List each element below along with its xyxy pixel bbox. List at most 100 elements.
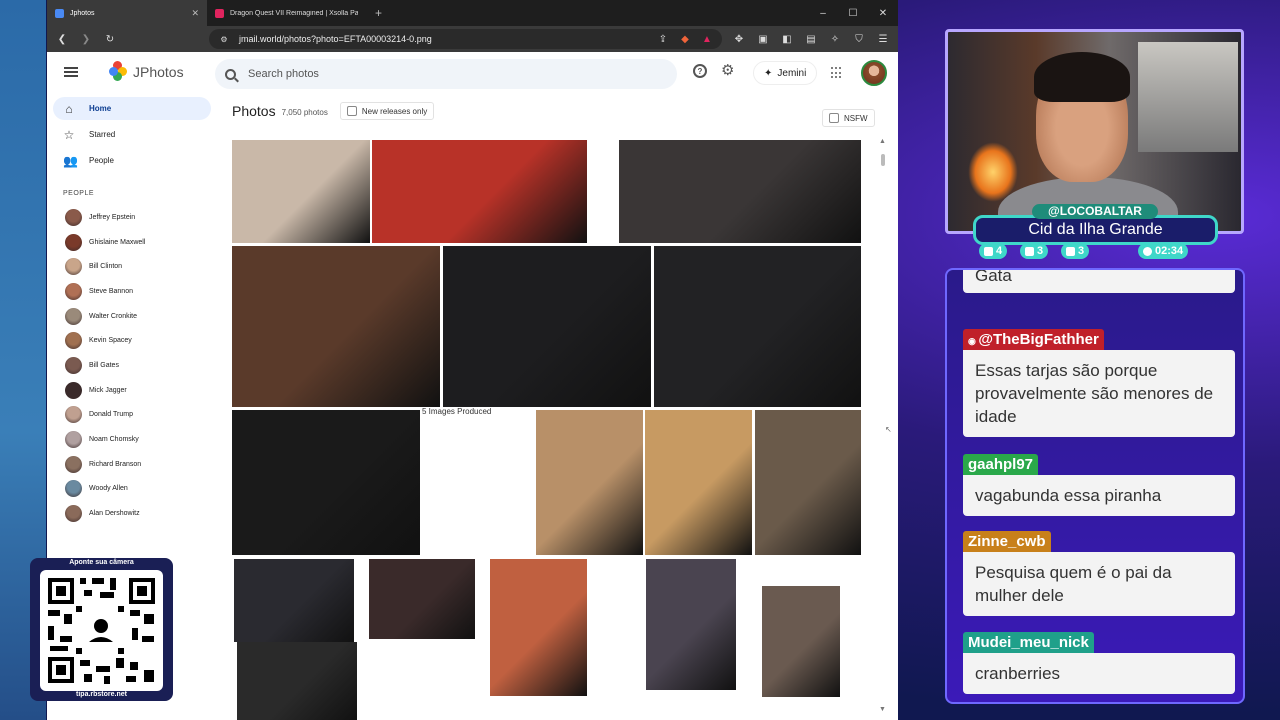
jemini-button[interactable]: ✦ Jemini [753,61,818,85]
scroll-up-icon[interactable]: ▲ [879,138,886,145]
photo-tile[interactable] [369,559,475,639]
stat-value: 3 [1037,245,1044,257]
new-releases-checkbox[interactable]: New releases only [339,102,435,120]
person-avatar [65,431,82,449]
stat-value: 3 [1078,245,1085,257]
stat-chat: 4 [979,243,1008,259]
browser-tab-dragon-quest[interactable]: Dragon Quest VII Reimagined | Xsolla Par… [207,0,367,26]
photo-tile[interactable] [232,410,420,555]
scrollbar-thumb[interactable] [881,154,885,166]
back-icon[interactable]: ❮ [55,32,69,46]
photo-tile[interactable] [232,140,370,243]
person-item[interactable]: Alan Dershowitz [47,501,217,526]
person-item[interactable]: Bill Gates [47,353,217,378]
account-avatar[interactable] [861,60,887,86]
person-item[interactable]: Woody Allen [47,477,217,502]
person-item[interactable]: Jeffrey Epstein [47,205,217,230]
nsfw-checkbox[interactable]: NSFW [822,109,875,127]
wallet-icon[interactable]: ▤ [804,32,818,46]
people-icon: 👥 [63,153,78,168]
user-badge-icon: ◉ [968,336,979,346]
person-item[interactable]: Steve Bannon [47,279,217,304]
person-item[interactable]: Ghislaine Maxwell [47,230,217,255]
chat-message: Gata [963,270,1235,293]
photo-tile[interactable] [490,559,587,696]
new-tab-button[interactable]: + [367,0,390,26]
person-item[interactable]: Richard Branson [47,452,217,477]
tab-title: Dragon Quest VII Reimagined | Xsolla Par… [230,9,358,17]
checkbox-box[interactable] [346,106,357,116]
person-item[interactable]: Kevin Spacey [47,328,217,353]
leo-icon[interactable]: ✧ [828,32,842,46]
sidebar-toggle-icon[interactable]: ◧ [780,32,794,46]
url-bar[interactable]: ⚙ jmail.world/photos?photo=EFTA00003214-… [209,29,722,49]
apps-grid-icon[interactable] [831,67,843,79]
chat-username: gaahpl97 [963,454,1039,475]
photo-tile[interactable] [372,140,587,243]
chat-username: Zinne_cwb [963,531,1051,552]
stat-value: 4 [996,245,1003,257]
extensions-icon[interactable]: ✥ [732,32,746,46]
person-name: Bill Clinton [89,263,123,271]
jphotos-favicon-icon [55,8,64,18]
site-info-icon[interactable]: ⚙ [217,32,231,46]
sidebar-item-home[interactable]: ⌂ Home [53,97,211,120]
brave-shield-icon[interactable]: ◆ [678,32,692,46]
sidebar-item-starred[interactable]: ☆ Starred [53,123,211,146]
checkbox-label: NSFW [844,113,868,123]
browser-tab-jphotos[interactable]: Jphotos ✕ [47,0,207,26]
maximize-icon[interactable]: ☐ [838,0,868,26]
share-icon[interactable]: ⇪ [656,32,670,46]
stat-youtube: 3 [1020,243,1049,259]
photo-tile[interactable] [232,246,440,407]
search-bar[interactable]: Search photos [215,59,677,89]
photo-count: 7,050 photos [281,108,328,117]
photo-tile[interactable] [646,559,736,690]
search-input[interactable]: Search photos [248,68,319,80]
photo-tile[interactable]: 5 Images Produced [420,407,535,555]
checkbox-box[interactable] [829,113,839,123]
photo-tile[interactable] [762,586,840,697]
scroll-down-icon[interactable]: ▼ [879,706,886,713]
person-item[interactable]: Mick Jagger [47,378,217,403]
vpn-icon[interactable]: ⛉ [852,32,866,46]
mouse-cursor-icon: ↖ [885,425,892,434]
person-avatar [65,282,82,300]
minimize-icon[interactable]: – [808,0,838,26]
sparkle-icon: ✦ [764,67,773,79]
photo-tile[interactable] [645,410,752,555]
chat-username-text: @TheBigFathher [978,331,1099,348]
photo-tile[interactable] [654,246,861,407]
photos-header: Photos 7,050 photos New releases only NS… [232,94,882,128]
person-item[interactable]: Bill Clinton [47,254,217,279]
streamer-handle: @LOCOBALTAR [1032,204,1158,219]
forward-icon[interactable]: ❯ [79,32,93,46]
person-item[interactable]: Noam Chomsky [47,427,217,452]
photo-tile[interactable] [234,559,354,642]
screenshot-icon[interactable]: ▣ [756,32,770,46]
help-icon[interactable]: ? [693,64,707,78]
reload-icon[interactable]: ↻ [103,32,117,46]
photo-tile[interactable] [755,410,861,555]
person-item[interactable]: Donald Trump [47,403,217,428]
menu-icon[interactable]: ☰ [876,32,890,46]
jphotos-logo[interactable]: JPhotos [109,61,184,83]
hamburger-menu-icon[interactable] [64,67,78,77]
person-name: Donald Trump [89,411,133,419]
person-name: Noam Chomsky [89,436,139,444]
close-tab-icon[interactable]: ✕ [191,8,199,19]
chat-message-text: vagabunda essa piranha [963,475,1235,516]
photo-tile[interactable] [619,140,861,243]
photo-tile[interactable] [237,642,357,720]
person-item[interactable]: Walter Cronkite [47,304,217,329]
sidebar-item-people[interactable]: 👥 People [53,149,211,172]
chat-message-text: Gata [963,270,1235,293]
person-avatar [65,356,82,374]
qr-code-image [40,570,163,691]
photo-tile[interactable] [443,246,651,407]
chat-panel: Gata ◉ @TheBigFathher Essas tarjas são p… [945,268,1245,704]
photo-tile[interactable] [536,410,643,555]
settings-gear-icon[interactable]: ⚙ [721,63,734,78]
close-window-icon[interactable]: ✕ [868,0,898,26]
brave-rewards-icon[interactable]: ▲ [700,32,714,46]
